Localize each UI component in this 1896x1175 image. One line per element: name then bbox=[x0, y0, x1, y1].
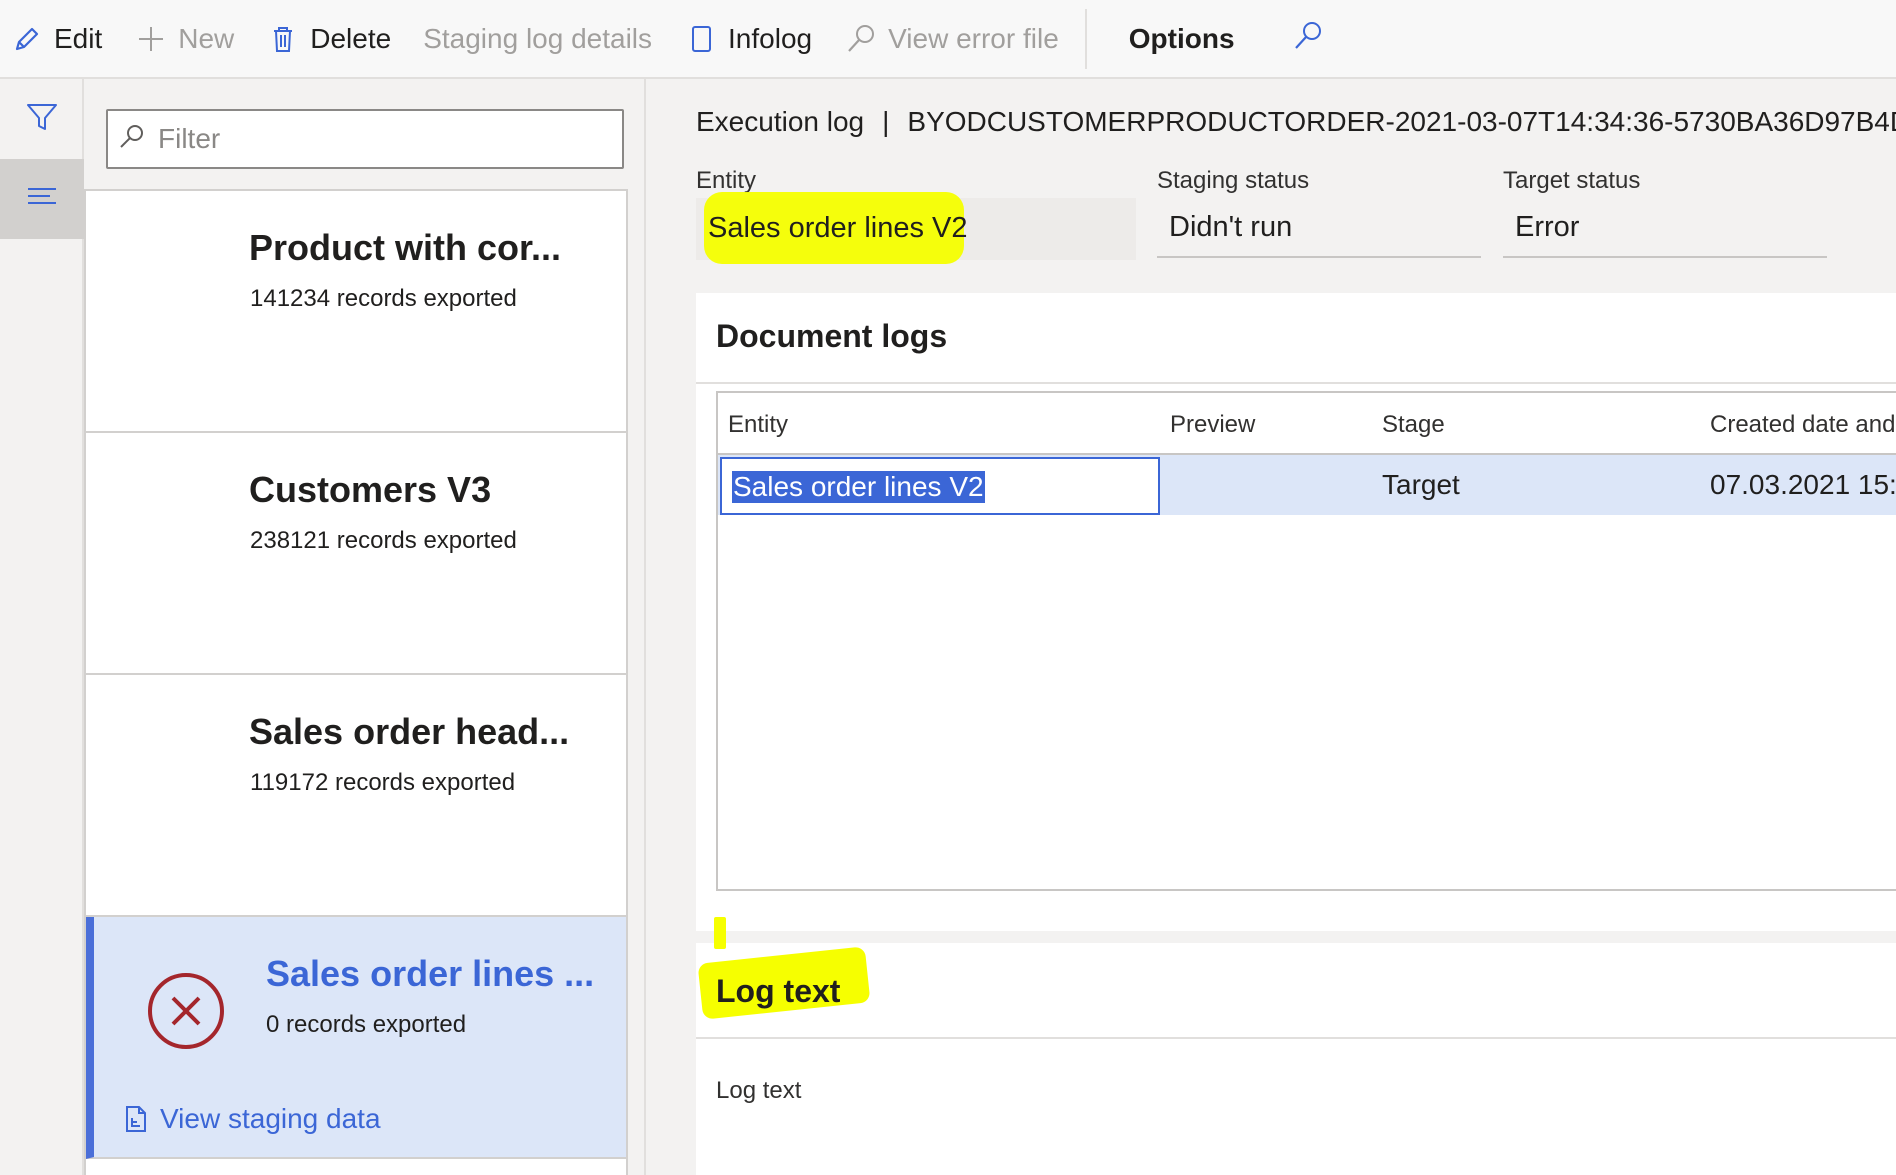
search-icon bbox=[1291, 19, 1325, 58]
search-icon bbox=[118, 123, 146, 156]
staging-status-label: Staging status bbox=[1157, 167, 1310, 194]
search-button[interactable] bbox=[1283, 0, 1333, 78]
document-logs-title: Document logs bbox=[716, 318, 948, 354]
column-header-stage[interactable]: Stage bbox=[1382, 411, 1445, 439]
list-view-button[interactable] bbox=[0, 159, 84, 239]
detail-pane: Execution log | BYODCUSTOMERPRODUCTORDER-2… bbox=[646, 79, 1896, 1175]
entity-label: Entity bbox=[696, 167, 757, 194]
table-row[interactable]: Sales order lines V2 Target 07.03.2021 1… bbox=[718, 455, 1896, 515]
page-title: Execution log | BYODCUSTOMERPRODUCTORDER-2… bbox=[696, 106, 1896, 138]
options-tab[interactable]: Options bbox=[1101, 0, 1263, 78]
staging-log-details-button[interactable]: Staging log details bbox=[413, 0, 674, 78]
column-header-created[interactable]: Created date and bbox=[1710, 411, 1895, 439]
execution-id: BYODCUSTOMERPRODUCTORDER-2021-03-07T14:3… bbox=[907, 106, 1896, 137]
list-item-title: Product with cor... bbox=[249, 227, 562, 268]
title-separator: | bbox=[882, 106, 890, 137]
error-circle-icon bbox=[146, 971, 226, 1051]
infolog-button[interactable]: Infolog bbox=[674, 0, 834, 78]
filter-field[interactable] bbox=[106, 109, 624, 169]
log-text-panel: Log text Log text bbox=[696, 917, 1896, 1175]
document-logs-grid: Entity Preview Stage Created date and Sa… bbox=[716, 391, 1896, 891]
log-text-title: Log text bbox=[716, 973, 841, 1009]
entity-cell-text: Sales order lines V2 bbox=[732, 471, 985, 503]
delete-label: Delete bbox=[310, 22, 392, 54]
target-status-label: Target status bbox=[1503, 167, 1641, 194]
action-pane: Edit New Delete Staging log details Info… bbox=[0, 0, 1896, 79]
pencil-icon bbox=[10, 22, 44, 56]
options-label: Options bbox=[1128, 22, 1235, 54]
execution-list-pane: Product with cor... 141234 records expor… bbox=[84, 79, 646, 1175]
document-icon bbox=[684, 22, 718, 56]
staging-status-field[interactable]: Didn't run bbox=[1157, 198, 1481, 258]
staging-log-details-label: Staging log details bbox=[423, 22, 653, 54]
entity-field[interactable]: Sales order lines V2 bbox=[696, 192, 1136, 264]
execution-log-label: Execution log bbox=[696, 106, 865, 137]
list-item[interactable]: Sales order head... 119172 records expor… bbox=[86, 675, 626, 917]
list-item-subtitle: 238121 records exported bbox=[250, 527, 517, 554]
list-item-title: Sales order lines ... bbox=[266, 953, 595, 994]
list-item[interactable]: Product with cor... 141234 records expor… bbox=[86, 191, 626, 433]
column-header-preview[interactable]: Preview bbox=[1170, 411, 1255, 439]
toolbar-divider bbox=[1084, 8, 1087, 69]
view-error-file-label: View error file bbox=[888, 22, 1059, 54]
divider bbox=[696, 382, 1896, 384]
stage-cell[interactable]: Target bbox=[1382, 469, 1460, 501]
highlight-mark bbox=[714, 917, 726, 949]
view-error-file-button[interactable]: View error file bbox=[834, 0, 1081, 78]
document-logs-panel: Document logs Entity Preview Stage Creat… bbox=[696, 293, 1896, 931]
column-header-entity[interactable]: Entity bbox=[728, 411, 788, 439]
list-item-subtitle: 141234 records exported bbox=[250, 285, 517, 312]
list-item-subtitle: 0 records exported bbox=[266, 1011, 467, 1038]
magnifier-icon bbox=[844, 22, 878, 56]
grid-header: Entity Preview Stage Created date and bbox=[718, 393, 1896, 455]
edit-button[interactable]: Edit bbox=[0, 0, 124, 78]
entity-value: Sales order lines V2 bbox=[708, 212, 968, 244]
plus-icon bbox=[134, 22, 168, 56]
trash-icon bbox=[266, 22, 300, 56]
delete-button[interactable]: Delete bbox=[256, 0, 413, 78]
list-item[interactable]: Customers V3 238121 records exported bbox=[86, 433, 626, 675]
filter-toggle-button[interactable] bbox=[0, 79, 84, 159]
new-button[interactable]: New bbox=[124, 0, 256, 78]
funnel-icon bbox=[25, 100, 59, 139]
view-staging-data-link[interactable]: View staging data bbox=[124, 1103, 381, 1135]
edit-label: Edit bbox=[54, 22, 103, 54]
list-item-subtitle: 119172 records exported bbox=[250, 769, 516, 796]
divider bbox=[696, 1037, 1896, 1039]
target-status-field[interactable]: Error bbox=[1503, 198, 1827, 258]
created-cell[interactable]: 07.03.2021 15:5 bbox=[1710, 469, 1896, 501]
filter-input[interactable] bbox=[158, 123, 598, 155]
new-label: New bbox=[178, 22, 235, 54]
execution-list: Product with cor... 141234 records expor… bbox=[84, 189, 628, 1175]
log-text-label: Log text bbox=[716, 1077, 802, 1104]
list-item-title: Customers V3 bbox=[249, 469, 492, 510]
list-item-selected[interactable]: Sales order lines ... 0 records exported… bbox=[86, 917, 626, 1159]
list-item-title: Sales order head... bbox=[249, 711, 570, 752]
entity-cell[interactable]: Sales order lines V2 bbox=[720, 457, 1160, 515]
view-staging-data-label: View staging data bbox=[160, 1103, 381, 1134]
list-icon bbox=[25, 180, 59, 219]
left-rail bbox=[0, 79, 84, 1175]
staging-data-icon bbox=[126, 1106, 146, 1132]
infolog-label: Infolog bbox=[728, 22, 813, 54]
